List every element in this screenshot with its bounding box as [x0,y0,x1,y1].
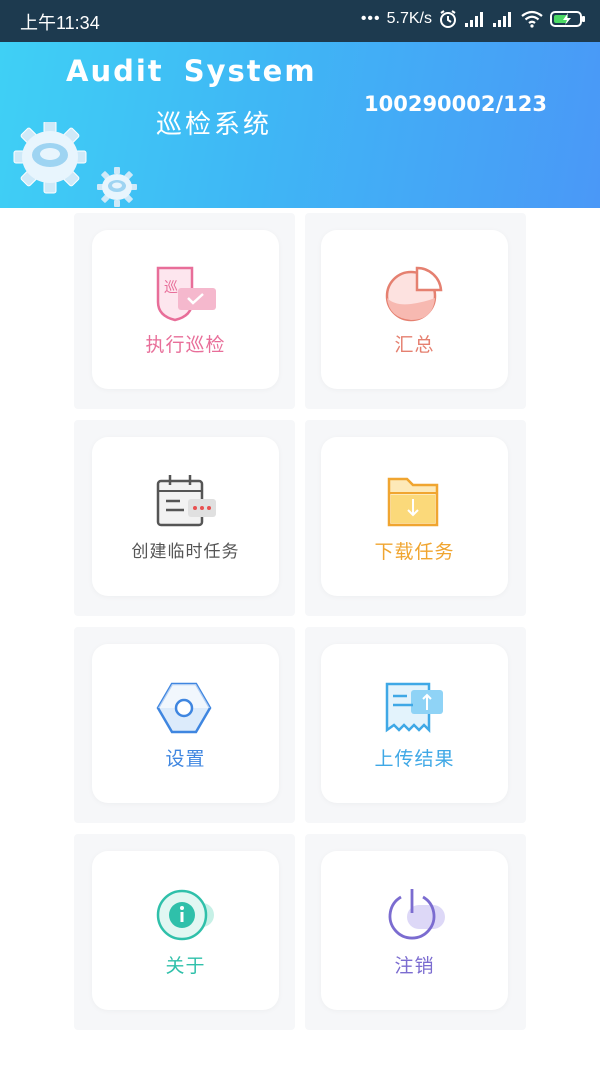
download-folder-icon [387,477,439,527]
about-button[interactable]: 关于 [92,851,279,1010]
net-speed: 5.7K/s [386,10,432,27]
app-header: Audit System 巡检系统 100290002/123 [0,42,600,208]
upload-receipt-icon [385,682,443,734]
status-right: ••• 5.7K/s [361,9,586,29]
logout-button[interactable]: 注销 [321,851,508,1010]
create-temp-task-label: 创建临时任务 [131,542,240,562]
upload-results-button[interactable]: 上传结果 [321,644,508,803]
patrol-icon: 巡 [156,266,216,322]
app-title-en: Audit System [66,54,317,88]
settings-button[interactable]: 设置 [92,644,279,803]
settings-nut-icon [156,682,212,734]
logout-label: 注销 [394,955,435,977]
info-icon [156,889,214,941]
svg-text:巡: 巡 [164,280,178,296]
calendar-task-icon [156,475,216,527]
signal-icon [465,12,483,27]
summary-label: 汇总 [394,334,435,356]
status-bar: 上午11:34 ••• 5.7K/s [0,0,600,42]
status-time: 上午11:34 [20,13,100,33]
power-icon [388,889,445,940]
gears-icon [13,122,137,207]
pie-chart-icon [385,266,443,322]
download-task-button[interactable]: 下载任务 [321,437,508,596]
app-title-cn: 巡检系统 [156,110,273,140]
alarm-icon [440,10,456,28]
download-task-label: 下载任务 [374,541,455,563]
execute-patrol-button[interactable]: 巡 执行巡检 [92,230,279,389]
signal-icon [493,12,511,27]
summary-button[interactable]: 汇总 [321,230,508,389]
wifi-icon [521,10,543,28]
create-temp-task-button[interactable]: 创建临时任务 [92,437,279,596]
battery-charging-icon [550,11,585,27]
more-dots-icon: ••• [360,10,381,27]
device-id: 100290002/123 [364,92,548,116]
settings-label: 设置 [165,748,206,770]
about-label: 关于 [165,955,206,977]
upload-results-label: 上传结果 [374,748,455,770]
execute-patrol-label: 执行巡检 [145,334,226,356]
